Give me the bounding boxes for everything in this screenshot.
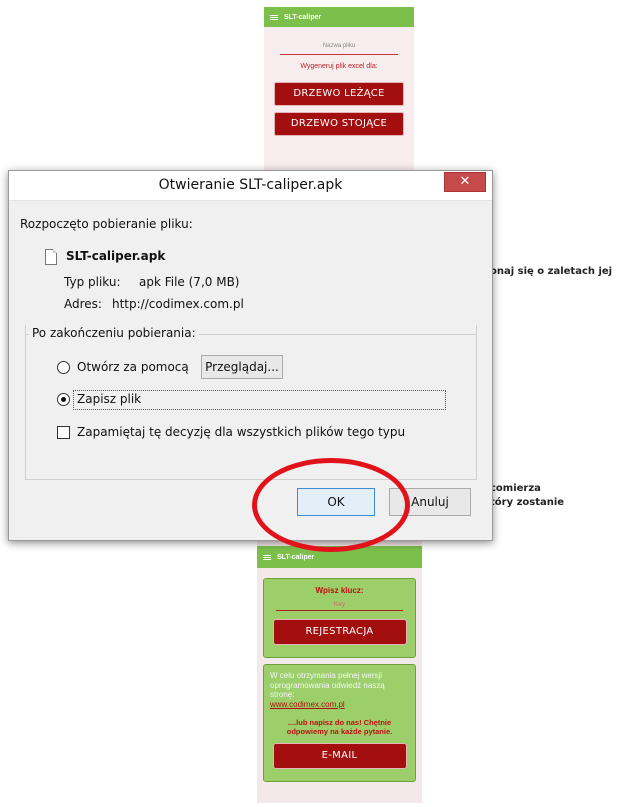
page-text-fragment: comierza: [490, 483, 541, 494]
email-button: E-MAIL: [272, 742, 407, 769]
top-phone-screenshot: SLT-caliper Nazwa pliku Wygeneruj plik e…: [264, 7, 414, 177]
address-value: http://codimex.com.pl: [112, 297, 244, 311]
top-app-title: SLT-caliper: [284, 13, 322, 21]
open-with-label[interactable]: Otwórz za pomocą: [77, 360, 189, 374]
remember-checkbox[interactable]: [57, 426, 70, 439]
dialog-titlebar: Otwieranie SLT-caliper.apk ✕: [9, 171, 492, 201]
bottom-phone-screenshot: SLT-caliper Wpisz klucz: Key REJESTRACJA…: [257, 538, 422, 803]
open-with-radio[interactable]: [57, 361, 70, 374]
key-input: Key: [276, 599, 403, 611]
browse-button[interactable]: Przeglądaj...: [201, 355, 283, 379]
register-button: REJESTRACJA: [272, 619, 407, 645]
generate-label: Wygeneruj plik excel dla:: [300, 63, 378, 70]
dialog-title: Otwieranie SLT-caliper.apk: [158, 177, 343, 193]
hamburger-menu-icon: [263, 554, 271, 561]
website-link: www.codimex.com.pl: [270, 699, 345, 709]
file-name: SLT-caliper.apk: [66, 249, 166, 263]
page-text-fragment: tóry zostanie: [490, 497, 565, 508]
bottom-app-title: SLT-caliper: [277, 553, 315, 561]
lying-tree-button: DRZEWO LEŻĄCE: [274, 82, 404, 106]
remember-label[interactable]: Zapamiętaj tę decyzję dla wszystkich pli…: [77, 425, 405, 439]
download-started-label: Rozpoczęto pobieranie pliku:: [20, 217, 193, 231]
file-type-label: Typ pliku:: [64, 275, 121, 289]
promo-text: ....lub napisz do nas! Chętnie odpowiemy…: [286, 717, 393, 737]
top-app-bar: SLT-caliper: [264, 7, 414, 27]
hamburger-menu-icon: [270, 14, 278, 21]
address-label: Adres:: [64, 297, 102, 311]
download-dialog: Otwieranie SLT-caliper.apk ✕ Rozpoczęto …: [8, 170, 493, 541]
registration-card: Wpisz klucz: Key REJESTRACJA: [263, 578, 416, 658]
save-file-label[interactable]: Zapisz plik: [77, 392, 141, 406]
page-text-fragment: onaj się o zaletach jej: [490, 266, 613, 277]
highlight-ellipse: [252, 458, 410, 552]
standing-tree-button: DRZEWO STOJĄCE: [274, 112, 404, 136]
enter-key-label: Wpisz klucz:: [315, 586, 364, 595]
close-button[interactable]: ✕: [444, 172, 486, 192]
save-file-radio[interactable]: [57, 393, 70, 406]
after-download-label: Po zakończeniu pobierania:: [29, 326, 199, 340]
info-text: W celu otrzymania pełnej wersji oprogram…: [270, 671, 385, 699]
file-type-value: apk File (7,0 MB): [139, 275, 240, 289]
info-card: W celu otrzymania pełnej wersji oprogram…: [263, 664, 416, 782]
filename-input: Nazwa pliku: [280, 43, 398, 55]
file-icon: [45, 249, 57, 265]
